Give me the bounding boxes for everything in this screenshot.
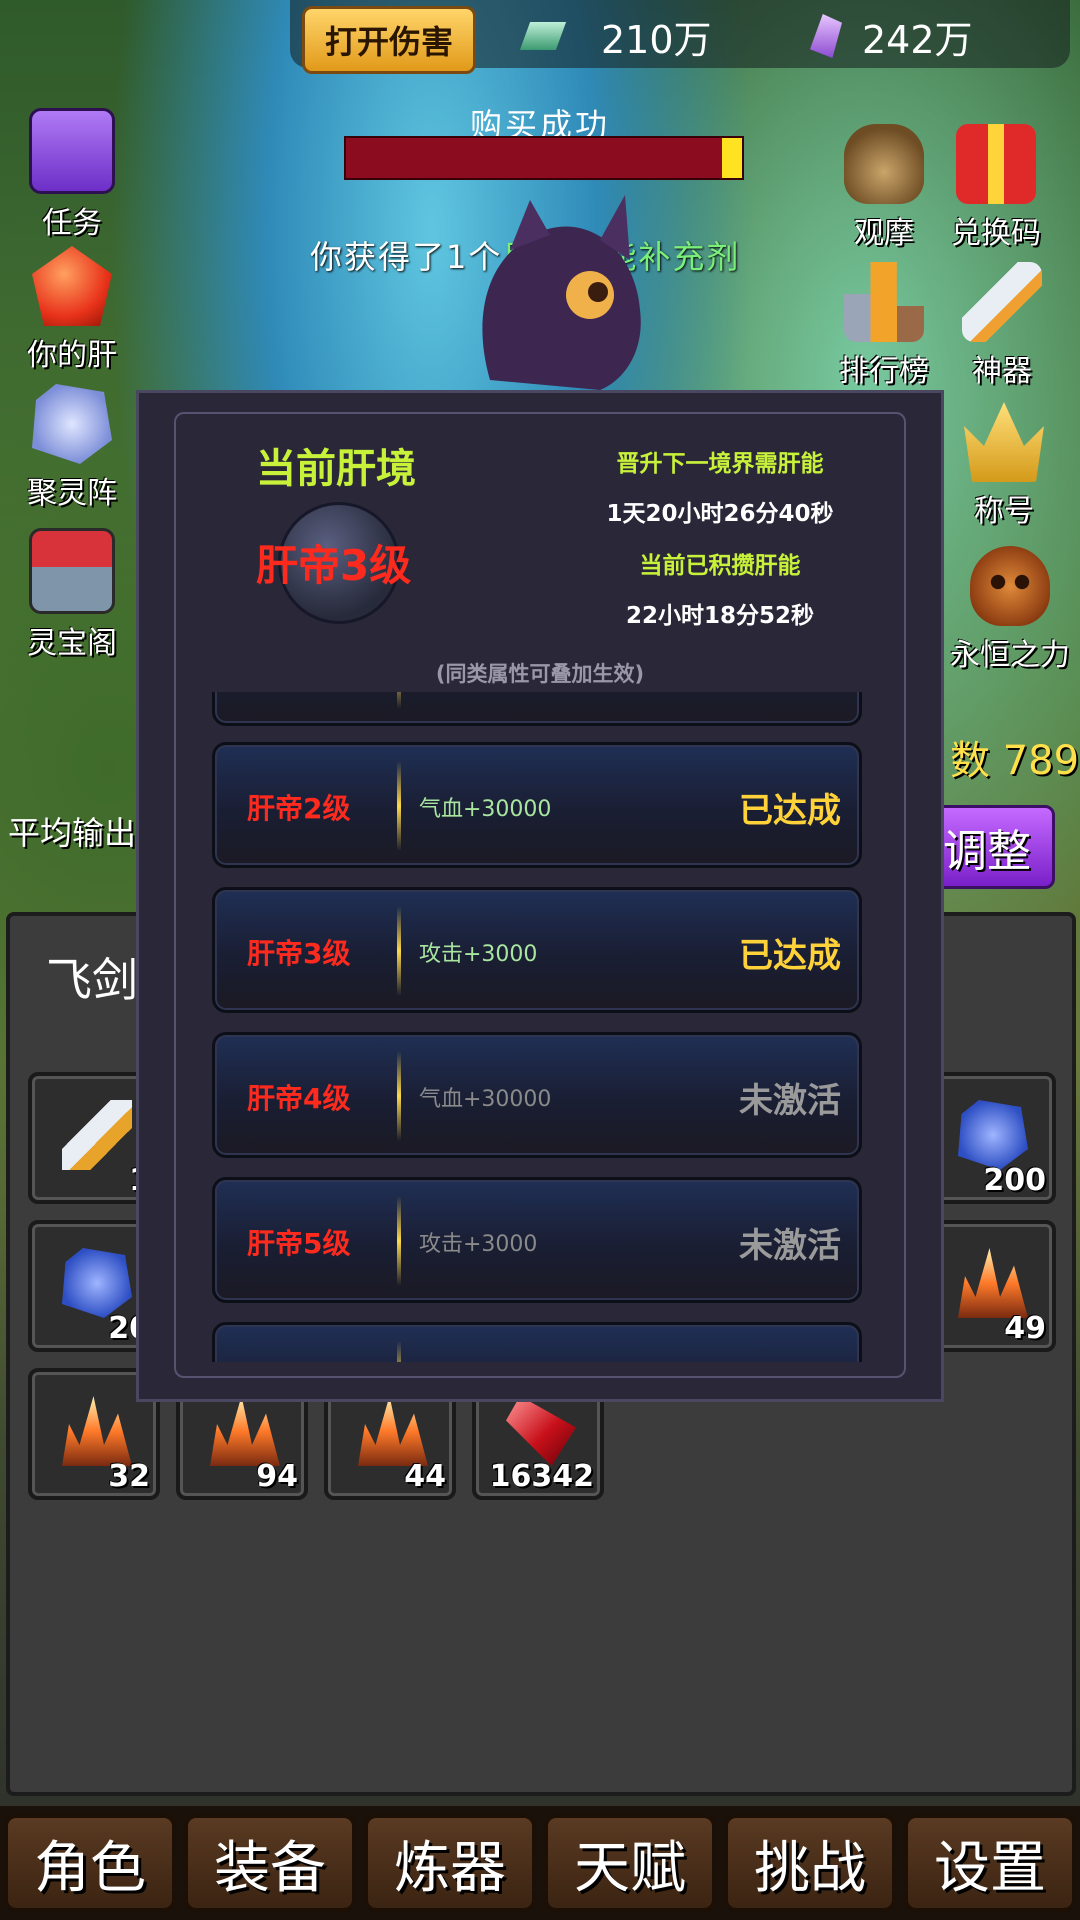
realm-row-level: 肝帝2级 bbox=[247, 792, 351, 825]
currency-purple-value: 242万 bbox=[862, 17, 973, 62]
side-menu-label: 任务 bbox=[42, 206, 102, 241]
side-menu-title[interactable]: 称号 bbox=[944, 402, 1064, 530]
crystal-cluster-icon bbox=[958, 1248, 1028, 1318]
hp-bar-tip bbox=[722, 138, 742, 178]
side-menu-label: 你的肝 bbox=[27, 338, 117, 373]
sword-icon bbox=[962, 262, 1042, 342]
realm-row: 肝帝2级 气血+30000 已达成 bbox=[212, 742, 862, 868]
realm-row-partial-bottom bbox=[212, 1322, 862, 1362]
realm-row-partial-top bbox=[212, 692, 862, 726]
purple-crystal-icon bbox=[810, 14, 842, 58]
accumulated-value: 22小时18分52秒 bbox=[625, 603, 815, 629]
modal-title: 当前肝境 bbox=[256, 446, 416, 492]
side-menu-eternal-power[interactable]: 永恒之力 bbox=[940, 546, 1080, 674]
realm-row-level: 肝帝3级 bbox=[247, 937, 351, 970]
nav-talent[interactable]: 天赋 bbox=[544, 1814, 716, 1912]
accumulated-label: 当前已积攒肝能 bbox=[639, 553, 801, 579]
row-divider bbox=[397, 1196, 401, 1286]
side-menu-quests[interactable]: 任务 bbox=[12, 108, 132, 242]
next-realm-label: 晋升下一境界需肝能 bbox=[616, 451, 824, 477]
nav-character[interactable]: 角色 bbox=[4, 1814, 176, 1912]
slot-count: 94 bbox=[256, 1459, 298, 1494]
currency-purple: 242万 bbox=[810, 8, 973, 64]
realm-row-attribute: 气血+30000 bbox=[419, 1087, 552, 1112]
side-menu-label: 永恒之力 bbox=[950, 638, 1070, 673]
side-menu-artifact[interactable]: 神器 bbox=[942, 262, 1062, 390]
side-menu-spirit-array[interactable]: 聚灵阵 bbox=[12, 384, 132, 512]
adjust-button[interactable]: 调整 bbox=[930, 805, 1055, 889]
slot-count: 44 bbox=[404, 1459, 446, 1494]
average-output-label: 平均输出 bbox=[8, 814, 137, 852]
side-menu-treasure-shop[interactable]: 灵宝阁 bbox=[12, 528, 132, 662]
realm-row-status: 已达成 bbox=[739, 791, 841, 831]
nav-forge[interactable]: 炼器 bbox=[364, 1814, 536, 1912]
nav-challenge[interactable]: 挑战 bbox=[724, 1814, 896, 1912]
side-menu-label: 神器 bbox=[972, 354, 1032, 389]
realm-row-attribute: 气血+30000 bbox=[419, 797, 552, 822]
stacking-note: (同类属性可叠加生效) bbox=[435, 662, 645, 686]
side-menu-leaderboard[interactable]: 排行榜 bbox=[824, 262, 944, 390]
crown-icon bbox=[964, 402, 1044, 482]
currency-green: 210万 bbox=[519, 8, 712, 64]
book-icon bbox=[29, 108, 115, 194]
row-divider bbox=[397, 906, 401, 996]
stat-count-text: 数 789 bbox=[950, 738, 1080, 784]
slot-count: 49 bbox=[1004, 1311, 1046, 1346]
crystal-cluster-icon bbox=[358, 1396, 428, 1466]
side-menu-label: 聚灵阵 bbox=[27, 476, 117, 511]
rune-stone-icon bbox=[958, 1100, 1028, 1170]
slot-count: 200 bbox=[983, 1163, 1046, 1198]
slot-count: 16342 bbox=[489, 1459, 594, 1494]
shop-icon bbox=[29, 528, 115, 614]
realm-row-status: 未激活 bbox=[739, 1081, 841, 1121]
skull-icon bbox=[970, 546, 1050, 626]
realm-row: 肝帝5级 攻击+3000 未激活 bbox=[212, 1177, 862, 1303]
crystal-cluster-icon bbox=[62, 1396, 132, 1466]
red-crystal-icon bbox=[32, 246, 112, 326]
boss-monster-icon bbox=[450, 190, 660, 390]
inventory-tab-title[interactable]: 飞剑 bbox=[46, 944, 138, 1010]
side-menu-liver[interactable]: 你的肝 bbox=[12, 246, 132, 374]
realm-row-level: 肝帝5级 bbox=[247, 1227, 351, 1260]
currency-green-value: 210万 bbox=[601, 17, 712, 62]
realm-row: 肝帝3级 攻击+3000 已达成 bbox=[212, 887, 862, 1013]
current-realm-level: 肝帝3级 bbox=[256, 541, 412, 590]
podium-icon bbox=[844, 262, 924, 342]
realm-row-level: 肝帝4级 bbox=[247, 1082, 351, 1115]
side-menu-label: 兑换码 bbox=[951, 216, 1041, 251]
row-divider bbox=[397, 692, 401, 709]
row-divider bbox=[397, 1051, 401, 1141]
realm-row: 肝帝4级 气血+30000 未激活 bbox=[212, 1032, 862, 1158]
realm-list[interactable]: 肝帝2级 气血+30000 已达成 肝帝3级 攻击+3000 已达成 肝帝4级 … bbox=[212, 692, 862, 1362]
rune-stone-icon bbox=[32, 384, 112, 464]
boss-hp-bar bbox=[344, 136, 744, 180]
row-divider bbox=[397, 761, 401, 851]
open-damage-button[interactable]: 打开伤害 bbox=[302, 6, 476, 74]
side-menu-label: 排行榜 bbox=[839, 354, 929, 389]
row-divider bbox=[397, 1341, 401, 1362]
slot-count: 32 bbox=[108, 1459, 150, 1494]
side-menu-redeem-code[interactable]: 兑换码 bbox=[936, 124, 1056, 252]
side-menu-label: 观摩 bbox=[854, 216, 914, 251]
red-gem-icon bbox=[506, 1396, 576, 1466]
side-menu-label: 称号 bbox=[974, 494, 1034, 529]
green-gem-icon bbox=[519, 22, 567, 50]
rune-stone-icon bbox=[62, 1248, 132, 1318]
money-bag-icon bbox=[844, 124, 924, 204]
nav-settings[interactable]: 设置 bbox=[904, 1814, 1076, 1912]
gift-icon bbox=[956, 124, 1036, 204]
realm-row-status: 已达成 bbox=[739, 936, 841, 976]
next-realm-value: 1天20小时26分40秒 bbox=[606, 501, 834, 527]
side-menu-label: 灵宝阁 bbox=[27, 626, 117, 661]
realm-row-attribute: 攻击+3000 bbox=[419, 1232, 538, 1257]
sword-icon bbox=[62, 1100, 132, 1170]
side-menu-observe[interactable]: 观摩 bbox=[824, 124, 944, 252]
nav-equipment[interactable]: 装备 bbox=[184, 1814, 356, 1912]
realm-row-status: 未激活 bbox=[739, 1226, 841, 1266]
realm-row-attribute: 攻击+3000 bbox=[419, 942, 538, 967]
crystal-cluster-icon bbox=[210, 1396, 280, 1466]
